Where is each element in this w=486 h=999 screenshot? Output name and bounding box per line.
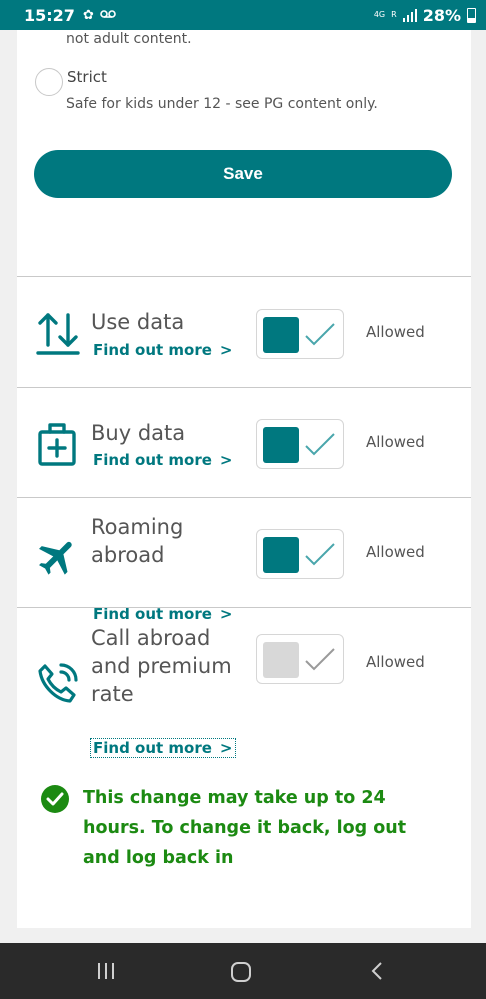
voicemail-icon <box>100 8 116 23</box>
toggle-knob <box>263 537 299 573</box>
roaming-row: Roaming abroad Find out more > Allowed <box>17 498 471 623</box>
home-icon <box>231 962 251 982</box>
navigation-bar <box>0 943 486 999</box>
use-data-row: Use data Find out more > Allowed <box>17 277 471 387</box>
find-out-more-link[interactable]: Find out more > <box>93 341 233 359</box>
change-notice: This change may take up to 24 hours. To … <box>41 783 423 873</box>
toggle-knob <box>263 427 299 463</box>
toggle-knob <box>263 642 299 678</box>
battery-percent: 28% <box>422 5 461 25</box>
status-bar: 15:27 ✿ 4G R 28% <box>0 0 486 30</box>
settings-card: not adult content. Strict Safe for kids … <box>17 30 471 928</box>
strict-option-description: Safe for kids under 12 - see PG content … <box>66 96 378 112</box>
option-description-partial: not adult content. <box>66 31 192 47</box>
setting-title: Buy data <box>91 421 186 445</box>
check-circle-icon <box>41 785 69 813</box>
toggle-knob <box>263 317 299 353</box>
signal-icon <box>402 8 417 22</box>
use-data-toggle[interactable] <box>256 309 344 359</box>
save-button[interactable]: Save <box>34 150 452 198</box>
chevron-right-icon: > <box>219 739 233 757</box>
chevron-right-icon: > <box>219 341 233 359</box>
shopping-bag-plus-icon <box>35 420 81 466</box>
buy-data-toggle[interactable] <box>256 419 344 469</box>
setting-title: Use data <box>91 310 185 334</box>
recent-apps-button[interactable] <box>96 961 116 985</box>
call-abroad-row: Call abroad and premium rate Find out mo… <box>17 608 471 758</box>
status-label: Allowed <box>366 653 425 671</box>
back-icon <box>371 962 382 980</box>
roaming-indicator: R <box>391 10 397 19</box>
phone-ringing-icon <box>35 660 81 706</box>
setting-title: Call abroad and premium rate <box>91 626 232 706</box>
status-label: Allowed <box>366 323 425 341</box>
network-type: 4G <box>373 10 386 19</box>
recent-apps-icon <box>98 963 114 979</box>
strict-option-title: Strict <box>67 68 107 86</box>
battery-icon <box>467 7 476 23</box>
arrows-up-down-icon <box>35 311 81 357</box>
strict-radio[interactable] <box>35 68 63 96</box>
notice-text: This change may take up to 24 hours. To … <box>83 788 407 868</box>
buy-data-row: Buy data Find out more > Allowed <box>17 388 471 497</box>
check-icon <box>305 543 335 566</box>
airplane-icon <box>35 534 81 580</box>
notification-gear-icon: ✿ <box>82 7 94 23</box>
setting-title: Roaming abroad <box>91 515 184 567</box>
check-icon <box>305 323 335 346</box>
home-button[interactable] <box>230 961 252 987</box>
clock: 15:27 <box>24 5 75 25</box>
status-label: Allowed <box>366 543 425 561</box>
check-icon <box>305 648 335 671</box>
strict-option[interactable]: Strict <box>35 66 107 96</box>
find-out-more-link[interactable]: Find out more > <box>90 738 236 758</box>
chevron-right-icon: > <box>219 451 233 469</box>
status-label: Allowed <box>366 433 425 451</box>
check-icon <box>305 433 335 456</box>
back-button[interactable] <box>370 961 384 985</box>
roaming-toggle[interactable] <box>256 529 344 579</box>
find-out-more-link[interactable]: Find out more > <box>93 451 233 469</box>
call-abroad-toggle[interactable] <box>256 634 344 684</box>
